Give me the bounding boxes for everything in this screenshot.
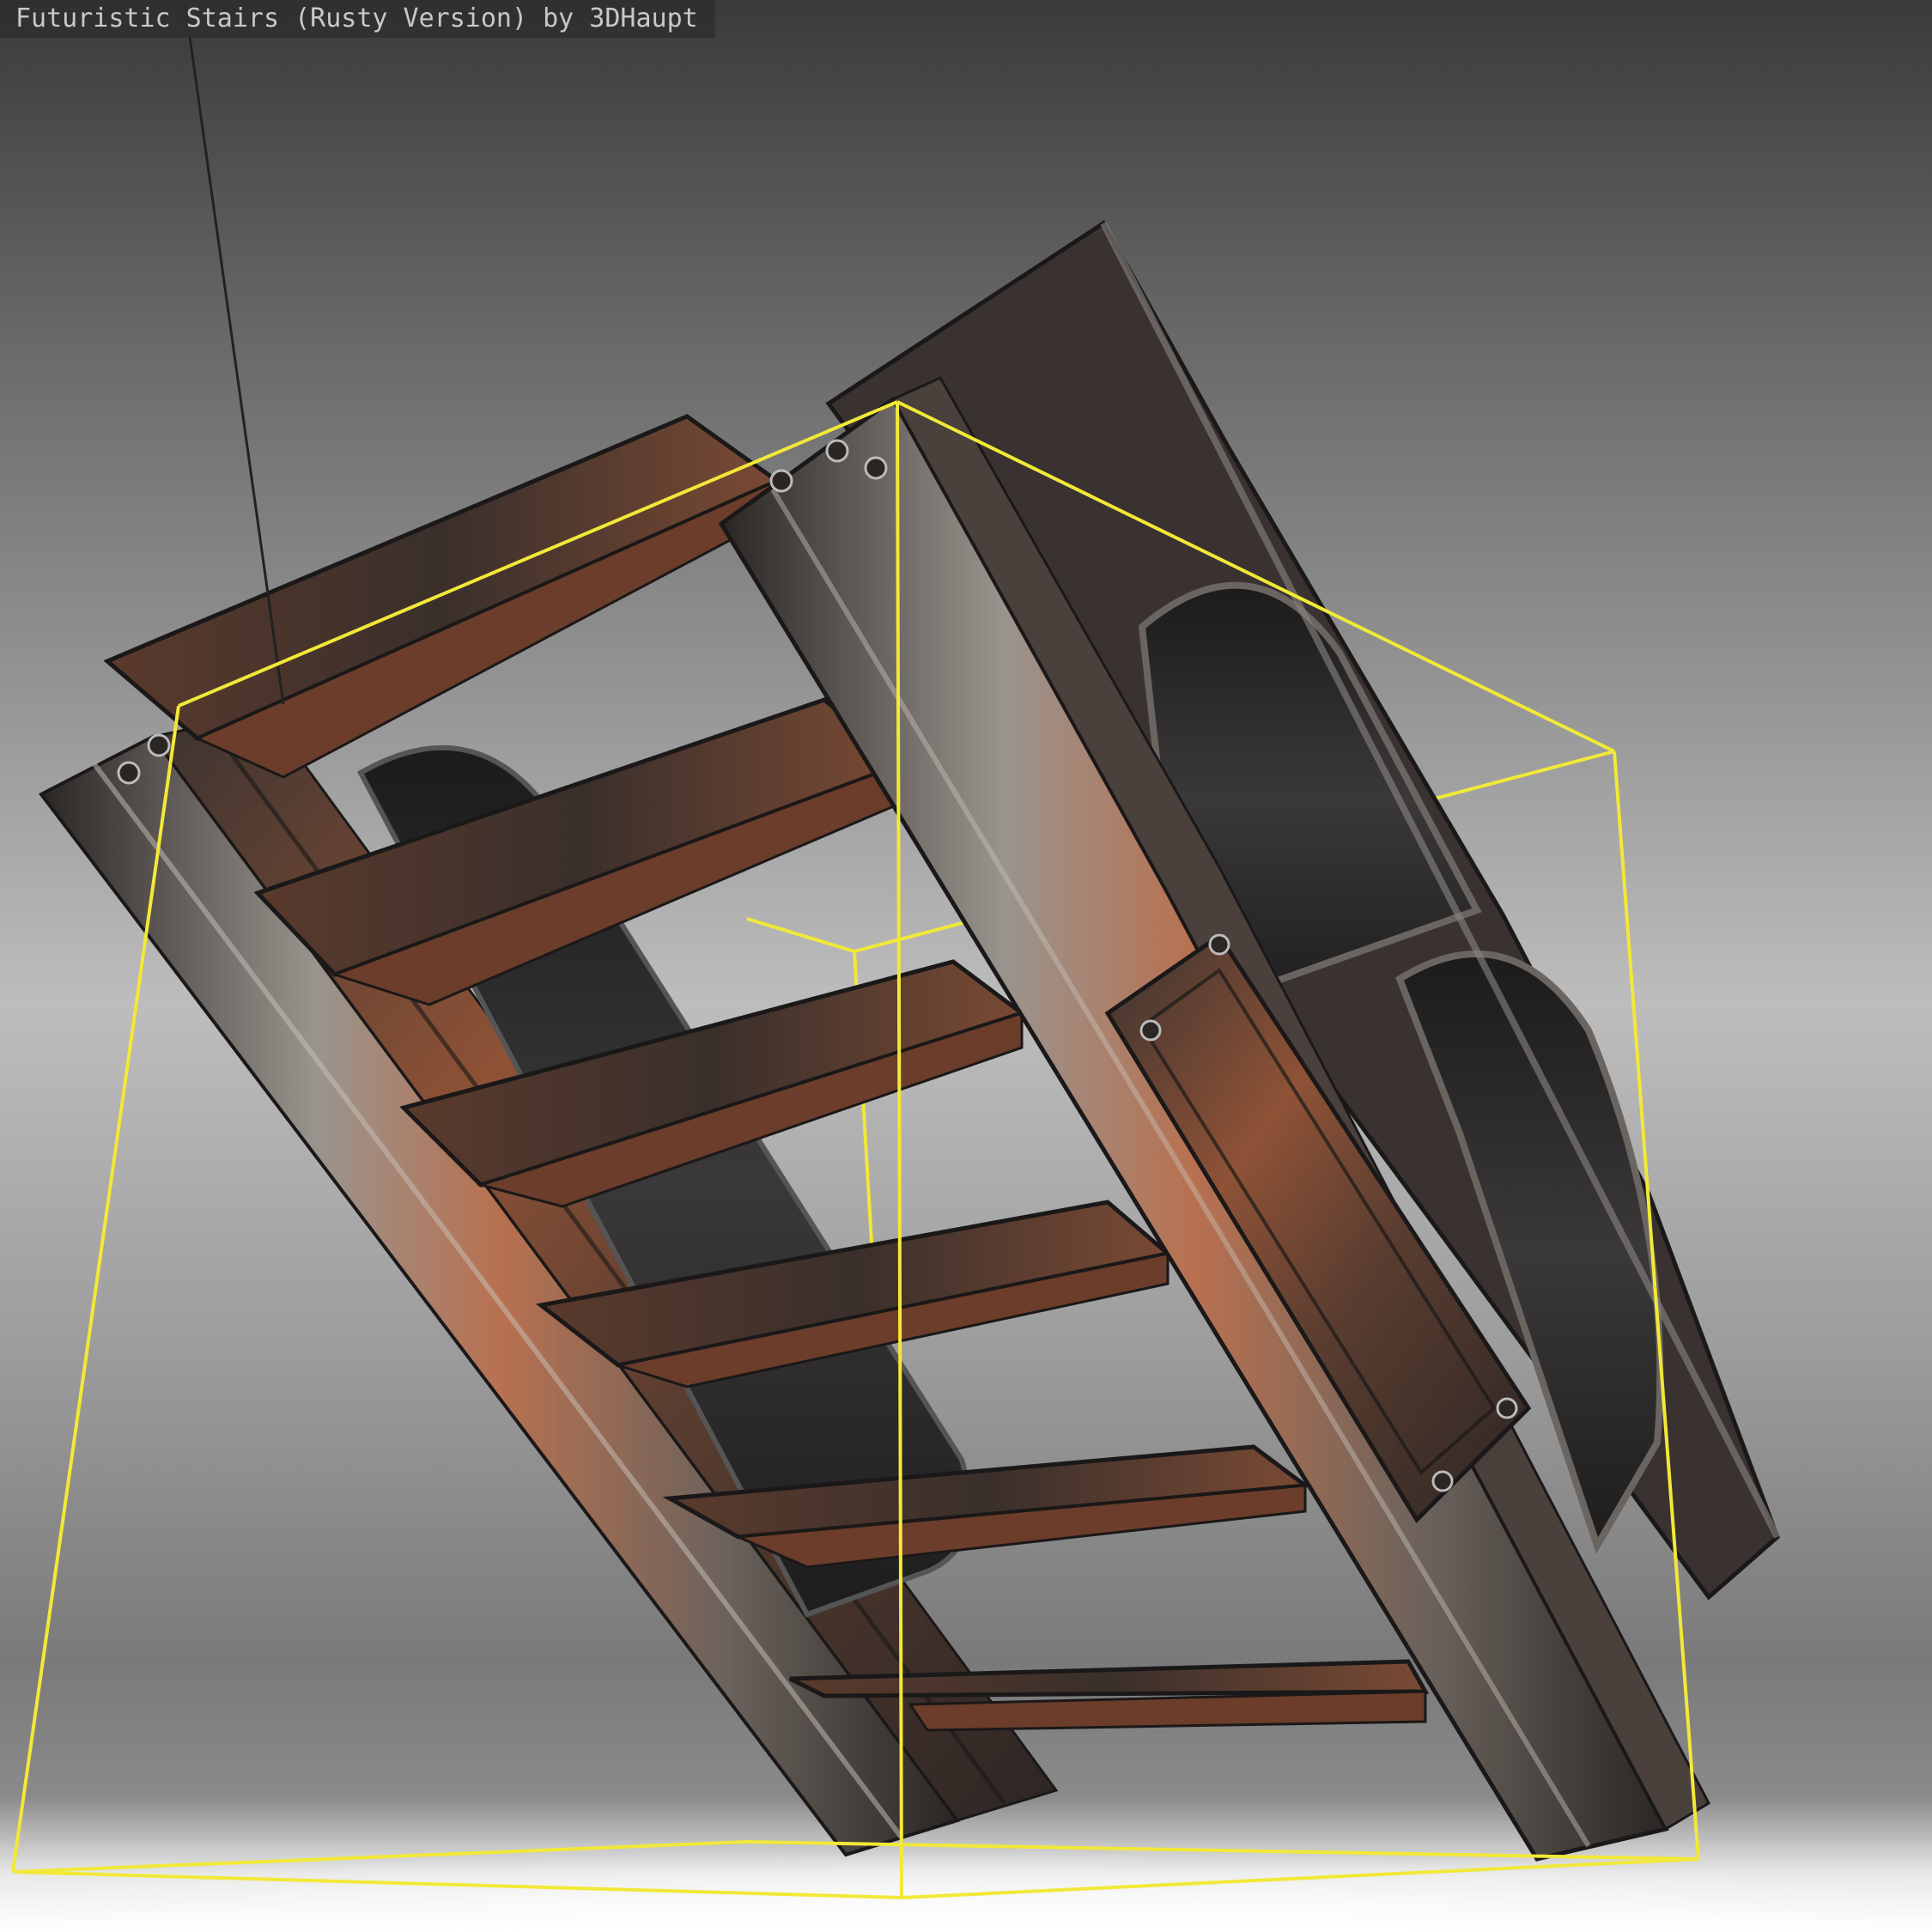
step-1 bbox=[103, 0, 782, 779]
model-scene[interactable] bbox=[0, 0, 1932, 1932]
3d-viewport[interactable]: Futuristic Stairs (Rusty Version) by 3DH… bbox=[0, 0, 1932, 1932]
viewer-title: Futuristic Stairs (Rusty Version) by 3DH… bbox=[0, 0, 715, 38]
